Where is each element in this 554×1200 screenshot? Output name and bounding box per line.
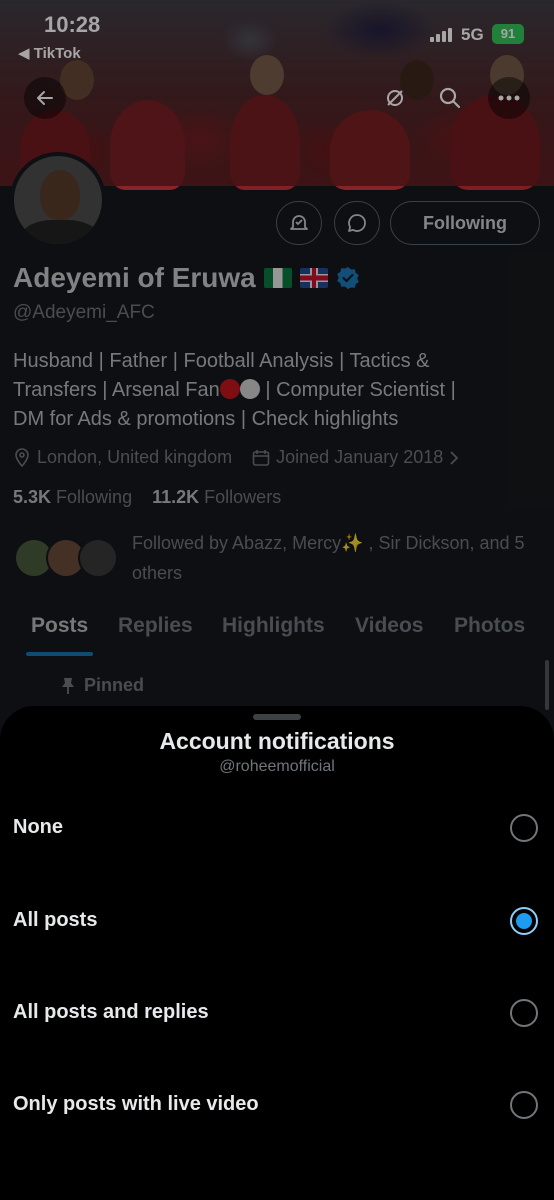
bio-line: | Computer Scientist | [259,379,456,401]
status-time: 10:28 [44,12,101,37]
profile-name-row: Adeyemi of Eruwa [13,262,360,294]
tab-photos[interactable]: Photos [454,614,525,638]
uk-flag-icon [299,268,328,288]
status-bar: 10:28 ◀ TikTok 5G 91 [0,0,554,70]
active-tab-indicator [26,652,93,656]
follow-counts: 5.3K Following 11.2K Followers [13,487,281,508]
battery-icon: 91 [492,24,524,44]
radio-button-selected[interactable] [510,907,538,935]
follower-avatar [78,538,118,578]
option-all-posts[interactable]: All posts [0,887,554,957]
tab-posts[interactable]: Posts [31,614,88,638]
more-icon [498,95,520,101]
battery-level: 91 [500,26,516,41]
profile-screen: 10:28 ◀ TikTok 5G 91 Following Adeyemi o [0,0,554,1200]
option-none[interactable]: None [0,794,554,864]
following-button[interactable]: Following [390,201,540,245]
verified-badge-icon [336,267,359,289]
back-button[interactable] [24,77,66,119]
location-text: London, United kingdom [37,447,233,467]
option-label: None [13,816,63,838]
bio-line: DM for Ads & promotions | Check highligh… [13,408,399,430]
cellular-signal-icon [430,28,452,42]
more-options-button[interactable] [488,77,530,119]
chevron-right-icon[interactable] [449,450,459,466]
joined-date: Joined January 2018 [276,447,444,467]
red-circle-emoji-icon [219,379,240,399]
network-type: 5G [461,25,484,44]
account-notifications-sheet: Account notifications @roheemofficial No… [0,706,554,1200]
bio-line: Transfers | Arsenal Fan [13,379,220,401]
followers-count-link[interactable]: 11.2K Followers [152,487,281,507]
profile-tabs: Posts Replies Highlights Videos Photos [0,610,554,656]
profile-bio: Husband | Father | Football Analysis | T… [13,347,533,434]
notifications-bell-button[interactable] [276,201,322,245]
option-label: All posts and replies [13,1001,209,1023]
profile-meta: London, United kingdom Joined January 20… [13,447,459,468]
grok-icon [387,90,403,106]
message-button[interactable] [334,201,380,245]
option-all-posts-and-replies[interactable]: All posts and replies [0,979,554,1049]
tab-highlights[interactable]: Highlights [222,614,325,638]
radio-button[interactable] [510,999,538,1027]
profile-name: Adeyemi of Eruwa [13,262,256,293]
white-circle-emoji-icon [239,379,260,399]
pinned-post-label: Pinned [60,675,144,696]
sheet-drag-handle[interactable] [253,714,301,720]
tab-replies[interactable]: Replies [118,614,193,638]
followed-by-text[interactable]: Followed by Abazz, Mercy✨ , Sir Dickson,… [132,528,542,588]
location-pin-icon [15,447,29,467]
profile-avatar[interactable] [10,152,106,248]
pin-icon [62,677,74,694]
bio-line: Husband | Father | Football Analysis | T… [13,350,430,372]
option-label: Only posts with live video [13,1093,259,1115]
sheet-title: Account notifications [159,728,395,754]
option-live-video[interactable]: Only posts with live video [0,1071,554,1141]
bell-check-icon [290,215,308,230]
following-count-link[interactable]: 5.3K Following [13,487,132,507]
search-button[interactable] [429,77,471,119]
profile-handle: @Adeyemi_AFC [13,302,155,323]
back-to-tiktok-link[interactable]: ◀ TikTok [18,44,81,62]
option-label: All posts [13,909,98,931]
sheet-subtitle: @roheemofficial [219,758,335,775]
search-icon [439,87,461,109]
back-arrow-icon [37,91,53,105]
scrollbar[interactable] [545,660,549,710]
grok-button[interactable] [374,77,416,119]
calendar-icon [252,449,270,466]
radio-button[interactable] [510,1091,538,1119]
chat-bubble-icon [348,214,366,232]
radio-button[interactable] [510,814,538,842]
nigeria-flag-icon [263,268,292,288]
tab-videos[interactable]: Videos [355,614,423,638]
